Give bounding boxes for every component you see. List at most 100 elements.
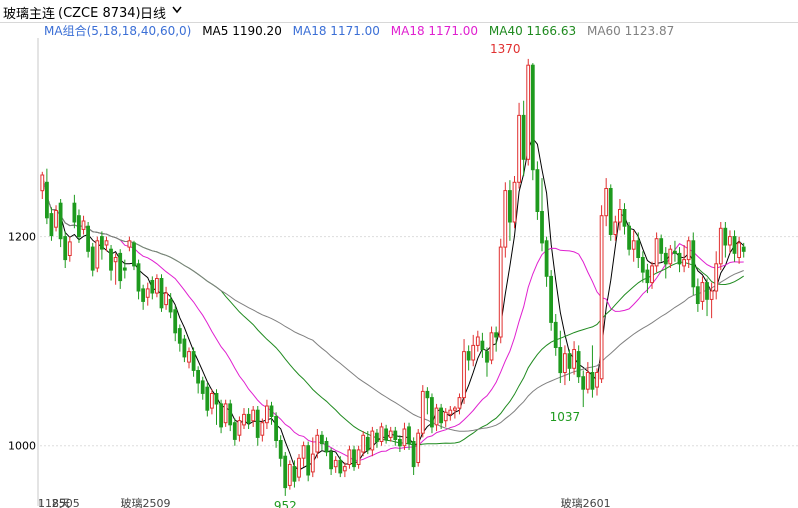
candle-body — [72, 202, 77, 223]
candlestick-chart[interactable]: 1000120013701037952118天2505 玻璃2509 玻璃2601 — [0, 22, 798, 508]
candle — [718, 222, 723, 271]
candle-body — [375, 432, 379, 443]
candle — [581, 370, 586, 408]
candle — [714, 251, 719, 300]
candle-body — [342, 466, 347, 472]
candle-body — [100, 236, 104, 250]
candle — [67, 236, 72, 262]
candle — [86, 222, 90, 258]
candle — [448, 406, 453, 421]
candle-body — [503, 190, 508, 248]
candle-body — [132, 242, 136, 267]
candle-body — [540, 211, 544, 244]
candle — [691, 232, 696, 296]
x-axis-label: 2505 — [52, 497, 80, 508]
candle-body — [430, 397, 434, 428]
candle — [228, 399, 233, 432]
candle — [274, 412, 279, 448]
candle-body — [274, 416, 279, 441]
candle — [136, 259, 141, 300]
candle-body — [104, 240, 109, 246]
candle — [420, 385, 425, 438]
candle-body — [352, 449, 356, 468]
candle-body — [613, 221, 618, 235]
period-selector[interactable]: 日线 — [140, 3, 166, 22]
candle — [219, 399, 223, 434]
candle — [682, 245, 687, 273]
candle — [177, 324, 182, 352]
y-tick-label: 1200 — [8, 231, 36, 244]
candle — [526, 58, 531, 166]
candle-body — [301, 445, 306, 459]
candle-body — [223, 403, 228, 424]
candle-body — [595, 372, 599, 388]
candle — [512, 176, 517, 229]
candle — [342, 462, 347, 478]
candle-body — [494, 332, 499, 338]
candle — [214, 389, 219, 425]
candle-body — [228, 403, 233, 426]
candle-body — [214, 393, 219, 405]
candle — [535, 161, 540, 220]
candle-body — [686, 240, 691, 261]
candle-body — [118, 252, 123, 282]
candle — [668, 245, 673, 268]
candle — [627, 222, 632, 256]
candle-body — [260, 422, 265, 436]
candle — [347, 445, 352, 469]
candle-body — [283, 455, 288, 489]
candle-body — [530, 64, 535, 171]
candle — [329, 447, 334, 475]
candle — [150, 276, 155, 300]
candle — [508, 180, 512, 241]
candle — [306, 441, 311, 482]
candle-body — [700, 282, 705, 302]
candle — [127, 236, 132, 252]
candle-body — [58, 202, 63, 240]
candle-body — [242, 413, 246, 426]
candle — [434, 403, 439, 432]
candle-body — [287, 464, 292, 486]
candle-body — [420, 390, 425, 434]
candle-body — [416, 432, 421, 464]
candle — [384, 424, 389, 444]
candle — [439, 403, 444, 429]
candle-body — [563, 353, 567, 374]
candle — [576, 345, 581, 383]
candle — [168, 293, 173, 319]
candle-body — [590, 372, 595, 390]
candle — [544, 236, 549, 287]
candle-body — [159, 278, 164, 309]
candle-body — [77, 215, 81, 238]
candle — [622, 203, 627, 235]
candle-body — [567, 353, 572, 369]
candle — [196, 366, 200, 394]
candle-body — [705, 282, 709, 300]
candle-body — [150, 280, 155, 294]
candle — [705, 278, 709, 317]
candle — [737, 236, 742, 264]
candle — [297, 454, 301, 482]
candle-body — [338, 459, 343, 474]
candle — [232, 418, 237, 446]
candle-body — [526, 64, 531, 160]
candle-body — [246, 413, 251, 424]
candle — [352, 445, 356, 471]
candle-body — [315, 434, 320, 453]
chevron-down-icon[interactable] — [172, 6, 182, 14]
candle-body — [109, 248, 113, 271]
candle — [95, 236, 100, 273]
candle-body — [49, 213, 54, 237]
candle — [700, 276, 705, 310]
candle — [604, 178, 609, 227]
candle — [81, 215, 86, 235]
candle — [320, 431, 324, 450]
candle — [728, 230, 732, 254]
candle — [200, 376, 205, 400]
candle-body — [737, 242, 742, 258]
label-layer: 1000120013701037952118天2505 玻璃2509 玻璃2601 — [8, 42, 611, 508]
ma40-line — [41, 174, 744, 446]
candle — [63, 231, 68, 268]
candle-body — [576, 351, 581, 378]
candle-body — [329, 451, 334, 470]
